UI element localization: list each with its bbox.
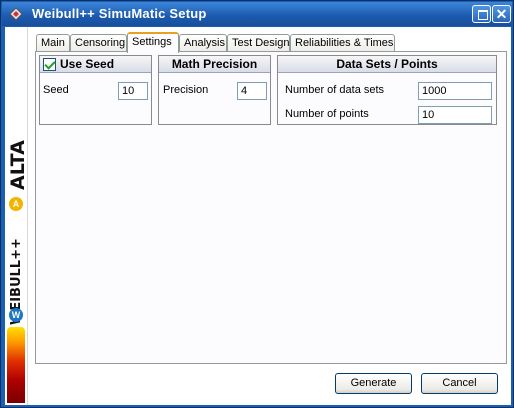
data-sets-label: Number of data sets (285, 84, 385, 96)
data-sets-points-group: Data Sets / Points Number of data sets 1… (277, 55, 497, 125)
seed-input[interactable]: 10 (118, 82, 148, 100)
dialog-client-area: ALTA A WEIBULL++ W Main Censoring Settin… (5, 27, 511, 405)
window-title: Weibull++ SimuMatic Setup (32, 6, 207, 21)
cancel-button[interactable]: Cancel (421, 373, 498, 394)
math-precision-header: Math Precision (159, 56, 270, 73)
tab-analysis[interactable]: Analysis (179, 34, 227, 52)
points-label: Number of points (285, 108, 369, 120)
title-bar[interactable]: Weibull++ SimuMatic Setup ✕ (2, 2, 512, 26)
dialog-window: Weibull++ SimuMatic Setup ✕ ALTA A WEIBU… (0, 0, 514, 408)
close-button[interactable]: ✕ (492, 5, 511, 23)
data-sets-points-header: Data Sets / Points (278, 56, 496, 73)
tab-reliabilities-times[interactable]: Reliabilities & Times (290, 34, 395, 52)
use-seed-group: Use Seed Seed 10 (39, 55, 152, 125)
tab-censoring[interactable]: Censoring (70, 34, 127, 52)
tab-test-design[interactable]: Test Design (227, 34, 290, 52)
brand-strip: ALTA A WEIBULL++ W (5, 27, 29, 405)
alta-logo-icon: A (9, 197, 23, 211)
close-icon: ✕ (495, 6, 508, 22)
alta-badge-letter: A (12, 199, 20, 209)
app-logo-icon (9, 7, 23, 21)
use-seed-header: Use Seed (40, 56, 151, 73)
checkmark-icon (44, 58, 56, 70)
precision-label: Precision (163, 84, 209, 96)
points-input[interactable]: 10 (418, 106, 492, 124)
seed-label: Seed (43, 84, 69, 96)
minimize-icon (478, 10, 488, 20)
use-seed-checkbox[interactable] (43, 58, 56, 71)
precision-input[interactable]: 4 (237, 82, 267, 100)
math-precision-group: Math Precision Precision 4 (158, 55, 271, 125)
weibull-logo-icon: W (9, 308, 23, 322)
data-sets-input[interactable]: 1000 (418, 82, 492, 100)
use-seed-label: Use Seed (60, 57, 115, 71)
alta-brand-label: ALTA (7, 140, 29, 190)
settings-panel: Use Seed Seed 10 Math Precision Precisio… (35, 51, 507, 364)
tab-main[interactable]: Main (36, 34, 70, 52)
generate-button[interactable]: Generate (335, 373, 412, 394)
tab-settings[interactable]: Settings (127, 32, 179, 53)
weibull-badge-letter: W (11, 310, 21, 320)
minimize-button[interactable] (472, 5, 491, 23)
brand-color-band (7, 327, 25, 403)
